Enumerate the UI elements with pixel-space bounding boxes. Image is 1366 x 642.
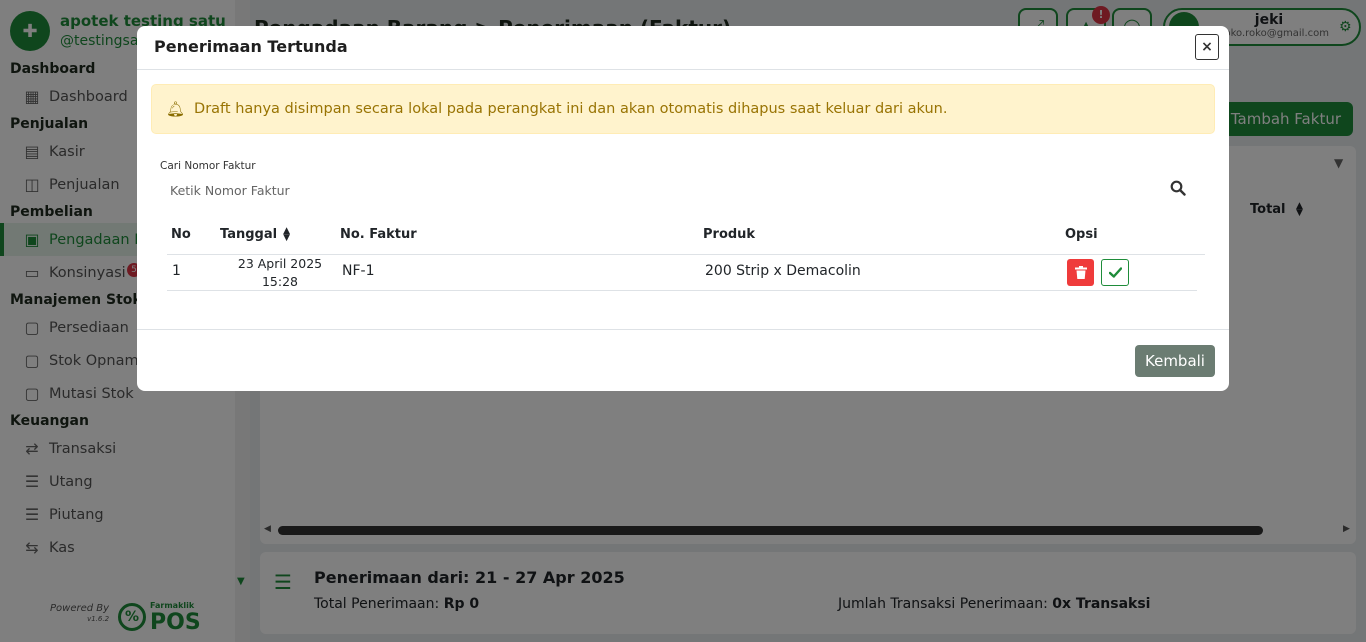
close-button[interactable]: × bbox=[1195, 34, 1219, 60]
continue-draft-button[interactable] bbox=[1101, 259, 1129, 286]
search-icon[interactable] bbox=[1170, 180, 1186, 196]
modal-header: Penerimaan Tertunda × bbox=[137, 26, 1229, 70]
column-header-faktur: No. Faktur bbox=[340, 227, 417, 242]
delete-draft-button[interactable] bbox=[1067, 259, 1094, 286]
row-faktur: NF-1 bbox=[342, 263, 375, 279]
row-date-day: 23 April 2025 bbox=[237, 256, 323, 271]
back-button[interactable]: Kembali bbox=[1135, 345, 1215, 377]
row-produk: 200 Strip x Demacolin bbox=[705, 263, 861, 279]
table-row: 1 23 April 2025 15:28 NF-1 200 Strip x D… bbox=[167, 255, 1197, 291]
column-header-opsi: Opsi bbox=[1065, 227, 1098, 242]
alert-text: Draft hanya disimpan secara lokal pada p… bbox=[194, 101, 948, 117]
row-no: 1 bbox=[172, 263, 181, 279]
column-header-tanggal[interactable]: Tanggal ▲ ▼ bbox=[220, 225, 290, 243]
modal-title: Penerimaan Tertunda bbox=[154, 37, 348, 56]
row-date: 23 April 2025 15:28 bbox=[225, 255, 335, 291]
close-icon: × bbox=[1201, 39, 1213, 55]
search-label: Cari Nomor Faktur bbox=[160, 160, 256, 172]
column-header-produk: Produk bbox=[703, 227, 756, 242]
check-icon bbox=[1108, 267, 1122, 278]
pending-receipts-modal: Penerimaan Tertunda × 🔔︎ Draft hanya dis… bbox=[137, 26, 1229, 391]
modal-footer-divider bbox=[137, 329, 1229, 330]
draft-warning-alert: 🔔︎ Draft hanya disimpan secara lokal pad… bbox=[151, 84, 1215, 134]
column-header-label: Tanggal bbox=[220, 227, 278, 242]
sort-icon: ▲▼ bbox=[283, 225, 290, 243]
search-input[interactable] bbox=[160, 177, 1186, 203]
column-header-no: No bbox=[171, 227, 191, 242]
table-header: No Tanggal ▲ ▼ No. Faktur Produk Opsi bbox=[167, 216, 1205, 255]
bell-icon: 🔔︎ bbox=[166, 100, 186, 118]
trash-icon bbox=[1074, 266, 1087, 279]
row-date-time: 15:28 bbox=[261, 274, 299, 289]
